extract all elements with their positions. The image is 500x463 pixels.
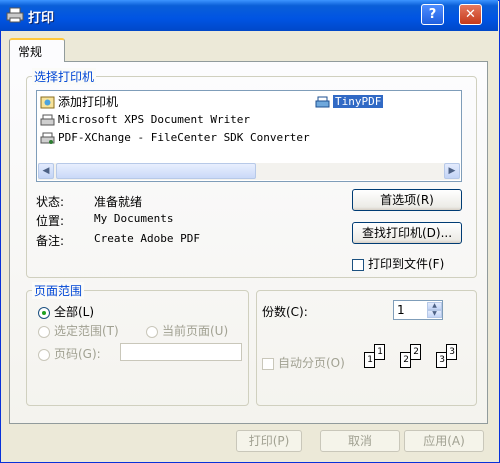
range-selection-label: 选定范围(T) [54, 324, 119, 338]
scroll-thumb[interactable] [56, 163, 256, 179]
printer-item-label: 添加打印机 [58, 95, 119, 109]
title-bar[interactable]: 打印 ? ✕ [0, 0, 498, 31]
scroll-left-icon[interactable]: ◀ [38, 163, 54, 179]
pages-input[interactable] [120, 343, 242, 361]
printer-icon [40, 114, 55, 125]
collate-checkbox[interactable]: 自动分页(O) [262, 354, 345, 371]
printer-icon [40, 132, 55, 144]
printer-list[interactable]: 添加打印机 Microsoft XPS Document Writer PDF-… [36, 90, 462, 182]
printer-item-label: PDF-XChange - FileCenter SDK Converter [58, 131, 310, 144]
range-all-label: 全部(L) [54, 305, 95, 319]
print-to-file-checkbox[interactable]: 打印到文件(F) [352, 255, 444, 272]
range-current-page-label: 当前页面(U) [162, 324, 229, 338]
print-to-file-label: 打印到文件(F) [368, 257, 445, 271]
comment-label: 备注: [36, 234, 65, 248]
printer-icon [6, 7, 24, 23]
horizontal-scrollbar[interactable]: ◀ ▶ [38, 163, 460, 180]
printer-item-add[interactable]: 添加打印机 [40, 94, 118, 110]
printer-item-pdfxchange[interactable]: PDF-XChange - FileCenter SDK Converter [40, 130, 310, 146]
cancel-button[interactable]: 取消 [320, 430, 400, 452]
status-value: 准备就绪 [94, 195, 143, 209]
collate-page: 1 [374, 344, 385, 360]
range-selection-radio[interactable]: 选定范围(T) [38, 322, 119, 339]
window-title: 打印 [28, 11, 55, 26]
collate-page: 2 [410, 344, 421, 360]
location-label: 位置: [36, 214, 65, 228]
copies-value: 1 [397, 303, 405, 317]
checkbox-box[interactable] [262, 357, 274, 370]
close-button[interactable]: ✕ [459, 4, 482, 25]
printer-item-label: TinyPDF [333, 95, 384, 108]
scroll-right-icon[interactable]: ▶ [444, 163, 460, 179]
printer-item-label: Microsoft XPS Document Writer [58, 113, 251, 126]
preferences-button[interactable]: 首选项(R) [352, 189, 462, 211]
radio-button[interactable] [146, 325, 158, 338]
print-button[interactable]: 打印(P) [236, 430, 302, 452]
comment-value: Create Adobe PDF [94, 232, 200, 245]
radio-button[interactable] [38, 325, 50, 338]
apply-button[interactable]: 应用(A) [404, 430, 484, 452]
select-printer-legend: 选择打印机 [32, 68, 97, 85]
printer-item-xps[interactable]: Microsoft XPS Document Writer [40, 112, 250, 128]
network-printer-icon [315, 96, 330, 107]
page-range-legend: 页面范围 [32, 282, 85, 299]
find-printer-button[interactable]: 查找打印机(D)... [352, 222, 462, 244]
tab-general-label: 常规 [18, 45, 43, 59]
collate-label: 自动分页(O) [278, 356, 345, 370]
spin-up-icon[interactable]: ▲ [427, 302, 442, 310]
printer-item-tinypdf[interactable]: TinyPDF [315, 94, 384, 110]
tab-general[interactable]: 常规 [9, 38, 65, 62]
collate-illustration: 1 1 2 2 3 3 [358, 340, 468, 380]
copies-stepper[interactable]: 1 ▲ ▼ [393, 300, 443, 320]
range-pages-label: 页码(G): [54, 347, 101, 361]
spin-down-icon[interactable]: ▼ [427, 310, 442, 318]
location-value: My Documents [94, 212, 174, 225]
radio-button[interactable] [38, 306, 50, 319]
range-pages-radio[interactable]: 页码(G): [38, 345, 101, 362]
checkbox-box[interactable] [352, 258, 364, 271]
status-label: 状态: [36, 195, 65, 209]
collate-page: 3 [446, 344, 457, 360]
radio-button[interactable] [38, 348, 50, 361]
range-all-radio[interactable]: 全部(L) [38, 303, 94, 320]
add-printer-icon [40, 96, 55, 109]
range-current-page-radio[interactable]: 当前页面(U) [146, 322, 228, 339]
help-button[interactable]: ? [421, 4, 444, 25]
copies-label: 份数(C): [262, 305, 308, 319]
